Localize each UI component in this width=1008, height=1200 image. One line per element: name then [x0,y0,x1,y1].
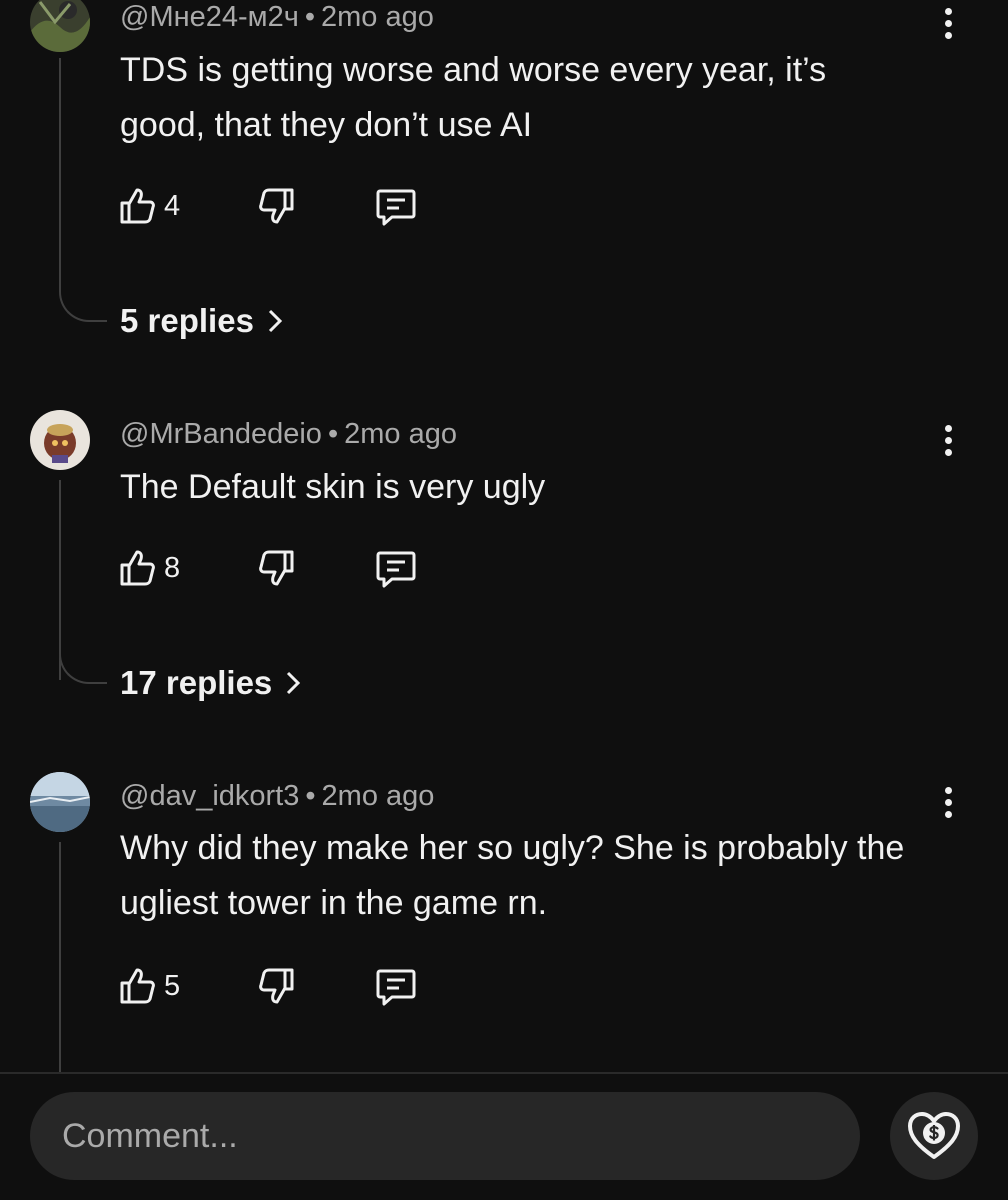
more-options-button[interactable] [932,420,964,460]
like-count: 8 [164,551,181,584]
meta-separator: • [327,418,339,450]
more-vertical-icon [944,424,952,432]
reply-comment-icon [376,969,416,1006]
reply-button[interactable] [374,546,418,590]
like-count: 4 [164,189,181,222]
comment-meta: @Мне24-м2ч • 2mo ago [120,0,434,34]
reply-button[interactable] [374,184,418,228]
author-handle[interactable]: @dav_idkort3 [120,780,299,812]
comment-actions: 4 [116,184,436,228]
reply-comment-icon [376,551,416,588]
thumbs-up-icon [120,968,155,1004]
timestamp: 2mo ago [321,1,434,33]
meta-separator: • [304,1,315,33]
comment-actions: 5 [116,964,436,1008]
comment-meta: @dav_idkort3 • 2mo ago [120,779,434,813]
thread-line [59,58,61,280]
comment-2: @MrBandedeio • 2mo ago The Default skin is… [0,408,1008,728]
view-replies-button[interactable]: 17 replies [120,664,302,702]
thumbs-down-icon [259,550,294,586]
avatar[interactable] [30,410,90,470]
thumbs-down-icon [259,188,294,224]
avatar[interactable] [30,0,90,52]
more-options-button[interactable] [932,3,964,43]
comment-3: @dav_idkort3 • 2mo ago Why did they make h… [0,770,1008,1072]
like-button[interactable]: 5 [116,964,180,1008]
author-handle[interactable]: @Мне24-м2ч [120,1,299,33]
author-handle[interactable]: @MrBandedeio [120,418,322,450]
replies-label: 17 replies [120,664,273,701]
like-count: 5 [164,969,181,1002]
chevron-right-icon [287,671,301,695]
comment-input[interactable] [30,1092,860,1180]
dislike-button[interactable] [256,184,298,228]
thread-curve [59,642,107,684]
like-button[interactable]: 8 [116,546,180,590]
thumbs-up-icon [120,550,155,586]
thumbs-up-icon [120,188,155,224]
reply-comment-icon [376,189,416,226]
more-vertical-icon [944,7,952,15]
dislike-button[interactable] [256,546,298,590]
more-options-button[interactable] [932,782,964,822]
chevron-right-icon [268,309,283,333]
super-thanks-heart-dollar-icon [908,1112,960,1159]
super-thanks-button[interactable] [890,1092,978,1180]
replies-label: 5 replies [120,302,254,339]
timestamp: 2mo ago [344,418,457,450]
dislike-button[interactable] [256,964,298,1008]
comment-text: Why did they make her so ugly? She is pr… [120,829,905,922]
view-replies-button[interactable]: 5 replies [120,302,284,340]
thread-curve [59,280,107,322]
thumbs-down-icon [259,968,294,1004]
like-button[interactable]: 4 [116,184,180,228]
comment-text: TDS is getting worse and worse every yea… [120,51,827,144]
comment-actions: 8 [116,546,436,590]
timestamp: 2mo ago [321,780,435,812]
comment-1: @Мне24-м2ч • 2mo ago TDS is getting worse … [0,0,1008,350]
avatar[interactable] [30,772,90,832]
more-vertical-icon [944,786,952,794]
comment-text: The Default skin is very ugly [120,468,546,506]
comment-composer-bar [0,1072,1008,1200]
meta-separator: • [305,780,316,812]
comment-meta: @MrBandedeio • 2mo ago [120,417,457,451]
reply-button[interactable] [374,964,418,1008]
thread-line [59,842,61,1072]
